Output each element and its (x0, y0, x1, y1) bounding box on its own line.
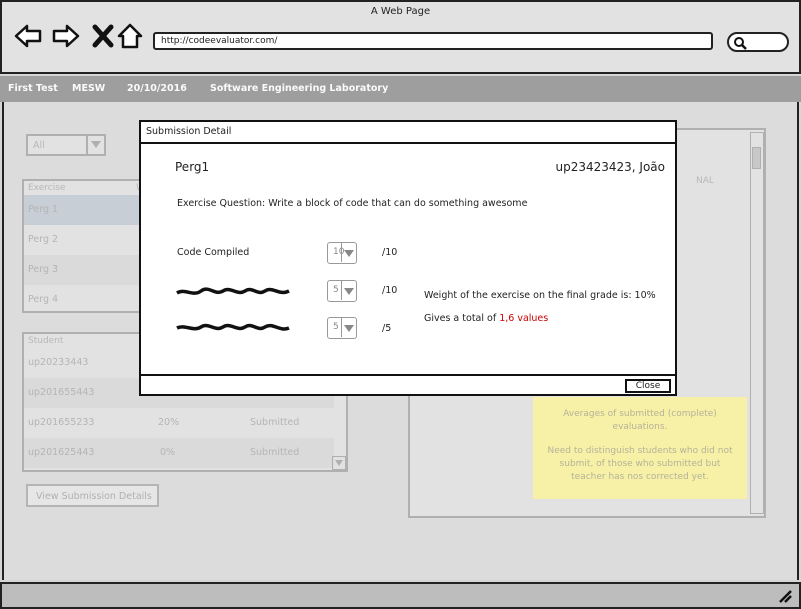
close-button[interactable]: Close (625, 379, 671, 393)
total-value: 1,6 values (499, 313, 549, 324)
student-pct: 0% (160, 447, 176, 458)
home-icon[interactable] (116, 22, 144, 50)
list-item[interactable]: Perg 4 (24, 285, 140, 315)
code-compiled-label: Code Compiled (177, 247, 250, 258)
exercise-header: Exercise (28, 183, 66, 193)
student-id: up201625443 (28, 447, 95, 458)
total-text: Gives a total of 1,6 values (424, 313, 548, 324)
table-row[interactable]: up201625443 0% Submitted (24, 438, 334, 468)
student-pct: 20% (158, 417, 180, 428)
table-row[interactable]: up201655233 20% Submitted (24, 408, 334, 438)
appbar-test-name[interactable]: First Test (8, 83, 58, 94)
student-header: Student (28, 336, 64, 346)
search-field[interactable] (727, 32, 789, 52)
weight-text: Weight of the exercise on the final grad… (424, 290, 656, 301)
dialog-title: Submission Detail (141, 122, 675, 144)
search-icon (734, 37, 747, 50)
list-item[interactable]: Perg 2 (24, 225, 140, 255)
dialog-footer: Close (141, 374, 675, 394)
window-title: A Web Page (370, 6, 431, 17)
list-item[interactable]: Perg 3 (24, 255, 140, 285)
scrollbar-thumb[interactable] (752, 147, 761, 169)
submission-detail-dialog: Submission Detail Perg1 up23423423, João… (139, 120, 677, 396)
note-line-2: Need to distinguish students who did not… (547, 446, 733, 482)
student-id: up201655233 (28, 417, 95, 428)
filter-dropdown[interactable]: All (26, 134, 106, 156)
exercise-question: Exercise Question: Write a block of code… (177, 198, 528, 209)
code-compiled-select[interactable]: 10 (327, 242, 357, 264)
chevron-down-icon (341, 318, 356, 337)
student-status: Submitted (250, 447, 300, 458)
criterion-3-select[interactable]: 5 (327, 317, 357, 339)
stop-x-icon[interactable] (90, 22, 118, 50)
scrollbar[interactable] (750, 132, 764, 514)
select-value: 5 (333, 322, 339, 332)
student-name: up23423423, João (555, 160, 665, 174)
criterion-label-scribble (176, 323, 290, 331)
appbar-date[interactable]: 20/10/2016 (127, 83, 187, 94)
filter-value: All (33, 140, 45, 151)
criterion-label-scribble (176, 287, 290, 295)
exercise-list: Exercise W Perg 1 Perg 2 Perg 3 Perg 4 (22, 179, 145, 315)
back-arrow-icon[interactable] (14, 22, 42, 50)
exercise-name: Perg1 (175, 160, 210, 174)
url-bar[interactable]: http://codeevaluator.com/ (153, 32, 713, 50)
student-id: up201655443 (28, 387, 95, 398)
code-compiled-max: /10 (382, 247, 398, 258)
partial-label: NAL (696, 176, 714, 186)
view-details-label: View Submission Details (36, 491, 152, 502)
criterion-3-max: /5 (382, 323, 392, 334)
total-prefix: Gives a total of (424, 313, 500, 324)
forward-arrow-icon[interactable] (52, 22, 80, 50)
chevron-down-icon (86, 136, 104, 154)
student-id: up20233443 (28, 357, 89, 368)
view-submission-details-button[interactable]: View Submission Details (26, 484, 159, 507)
chevron-down-icon (341, 281, 356, 300)
appbar-course[interactable]: MESW (72, 83, 105, 94)
scroll-down-icon[interactable] (332, 456, 346, 470)
list-item[interactable]: Perg 1 (24, 195, 140, 225)
criterion-2-select[interactable]: 5 (327, 280, 357, 302)
bottom-status-bar (0, 582, 801, 609)
sticky-note: Averages of submitted (complete) evaluat… (533, 397, 747, 499)
note-line-1: Averages of submitted (complete) evaluat… (563, 409, 717, 432)
student-status: Submitted (250, 417, 300, 428)
select-value: 5 (333, 285, 339, 295)
resize-grip-icon[interactable] (777, 589, 793, 603)
chevron-down-icon (341, 243, 356, 262)
appbar-subject[interactable]: Software Engineering Laboratory (210, 83, 388, 94)
app-header-bar (0, 76, 801, 102)
criterion-2-max: /10 (382, 285, 398, 296)
